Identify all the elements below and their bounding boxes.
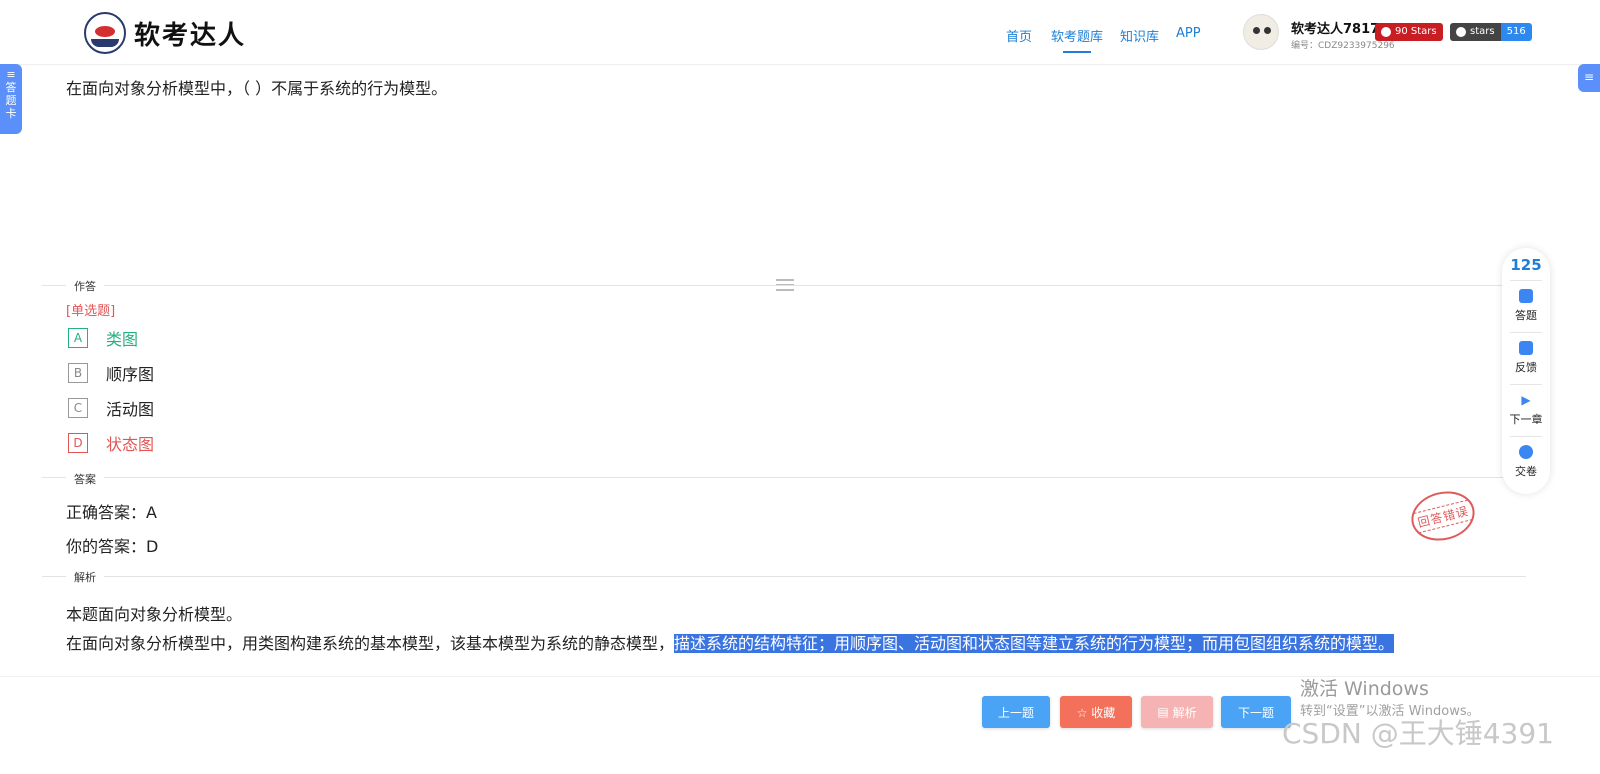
right-menu-tab[interactable]: ≡ xyxy=(1578,64,1600,92)
favorite-button[interactable]: ☆ 收藏 xyxy=(1060,696,1132,728)
question-text: 在面向对象分析模型中，（ ）不属于系统的行为模型。 xyxy=(66,79,448,98)
logo-text: 软考达人 xyxy=(134,20,247,51)
nav-home[interactable]: 首页 xyxy=(1006,26,1032,45)
option-c[interactable]: C 活动图 xyxy=(68,396,154,420)
option-d[interactable]: D 状态图 xyxy=(68,431,154,455)
header: 软考达人 首页 软考题库 知识库 APP 软考达人7817 编号：CDZ9233… xyxy=(0,0,1600,65)
windows-activation-title: 激活 Windows xyxy=(1300,678,1429,700)
side-next-chapter-button[interactable]: ▶ 下一章 xyxy=(1502,393,1550,427)
section-label-answer: 作答 xyxy=(66,278,104,294)
analysis-line-2: 在面向对象分析模型中，用类图构建系统的基本模型，该基本模型为系统的静态模型，描述… xyxy=(66,634,1395,653)
section-divider xyxy=(42,576,1526,577)
option-text: 类图 xyxy=(106,330,139,349)
side-submit-button[interactable]: 交卷 xyxy=(1502,445,1550,479)
section-label-result: 答案 xyxy=(66,471,104,487)
side-answer-button[interactable]: 答题 xyxy=(1502,289,1550,323)
stars-badge[interactable]: 90 Stars xyxy=(1375,23,1443,41)
skip-next-icon: ▶ xyxy=(1521,393,1531,407)
github-icon xyxy=(1456,27,1466,37)
wrong-answer-stamp: 回答错误 xyxy=(1406,484,1480,548)
section-divider xyxy=(42,477,1526,478)
correct-answer: 正确答案：A xyxy=(66,503,157,522)
nav-knowledge[interactable]: 知识库 xyxy=(1120,26,1159,45)
question-type: [单选题] xyxy=(66,304,116,319)
user-name[interactable]: 软考达人7817 xyxy=(1291,18,1379,37)
section-label-analysis: 解析 xyxy=(66,569,104,585)
csdn-watermark: CSDN @王大锤4391 xyxy=(1282,717,1554,750)
question-count: 125 xyxy=(1510,256,1542,274)
side-feedback-button[interactable]: 反馈 xyxy=(1502,341,1550,375)
option-letter: D xyxy=(68,433,88,453)
gitee-icon xyxy=(1381,27,1391,37)
analysis-line-1: 本题面向对象分析模型。 xyxy=(66,605,243,624)
analysis-button[interactable]: ▤ 解析 xyxy=(1141,696,1213,728)
option-letter: A xyxy=(68,328,88,348)
option-b[interactable]: B 顺序图 xyxy=(68,361,154,385)
document-icon: ▤ xyxy=(1157,705,1169,719)
option-text: 顺序图 xyxy=(106,365,155,384)
menu-icon: ≡ xyxy=(1583,70,1595,84)
option-letter: B xyxy=(68,363,88,383)
menu-icon: ≡ xyxy=(6,68,16,81)
logo-icon xyxy=(84,12,126,54)
answer-card-label: 答题卡 xyxy=(5,81,17,120)
option-text: 状态图 xyxy=(106,435,155,454)
selected-text: 描述系统的结构特征；用顺序图、活动图和状态图等建立系统的行为模型；而用包图组织系… xyxy=(674,634,1395,653)
avatar[interactable] xyxy=(1243,14,1279,50)
feedback-icon xyxy=(1519,341,1533,355)
prev-question-button[interactable]: 上一题 xyxy=(982,696,1050,728)
answer-card-tab[interactable]: ≡ 答题卡 xyxy=(0,64,22,134)
option-text: 活动图 xyxy=(106,400,155,419)
github-stars-badge[interactable]: stars 516 xyxy=(1450,23,1532,41)
nav-question-bank[interactable]: 软考题库 xyxy=(1051,26,1103,53)
next-question-button[interactable]: 下一题 xyxy=(1221,696,1291,728)
your-answer: 你的答案：D xyxy=(66,537,159,556)
logo[interactable]: 软考达人 xyxy=(84,12,246,54)
option-letter: C xyxy=(68,398,88,418)
side-panel: 125 答题 反馈 ▶ 下一章 交卷 xyxy=(1502,248,1550,494)
upload-icon xyxy=(1519,445,1533,459)
nav-app[interactable]: APP xyxy=(1176,26,1201,41)
option-a[interactable]: A 类图 xyxy=(68,326,138,350)
answer-icon xyxy=(1519,289,1533,303)
section-divider xyxy=(42,285,1526,286)
